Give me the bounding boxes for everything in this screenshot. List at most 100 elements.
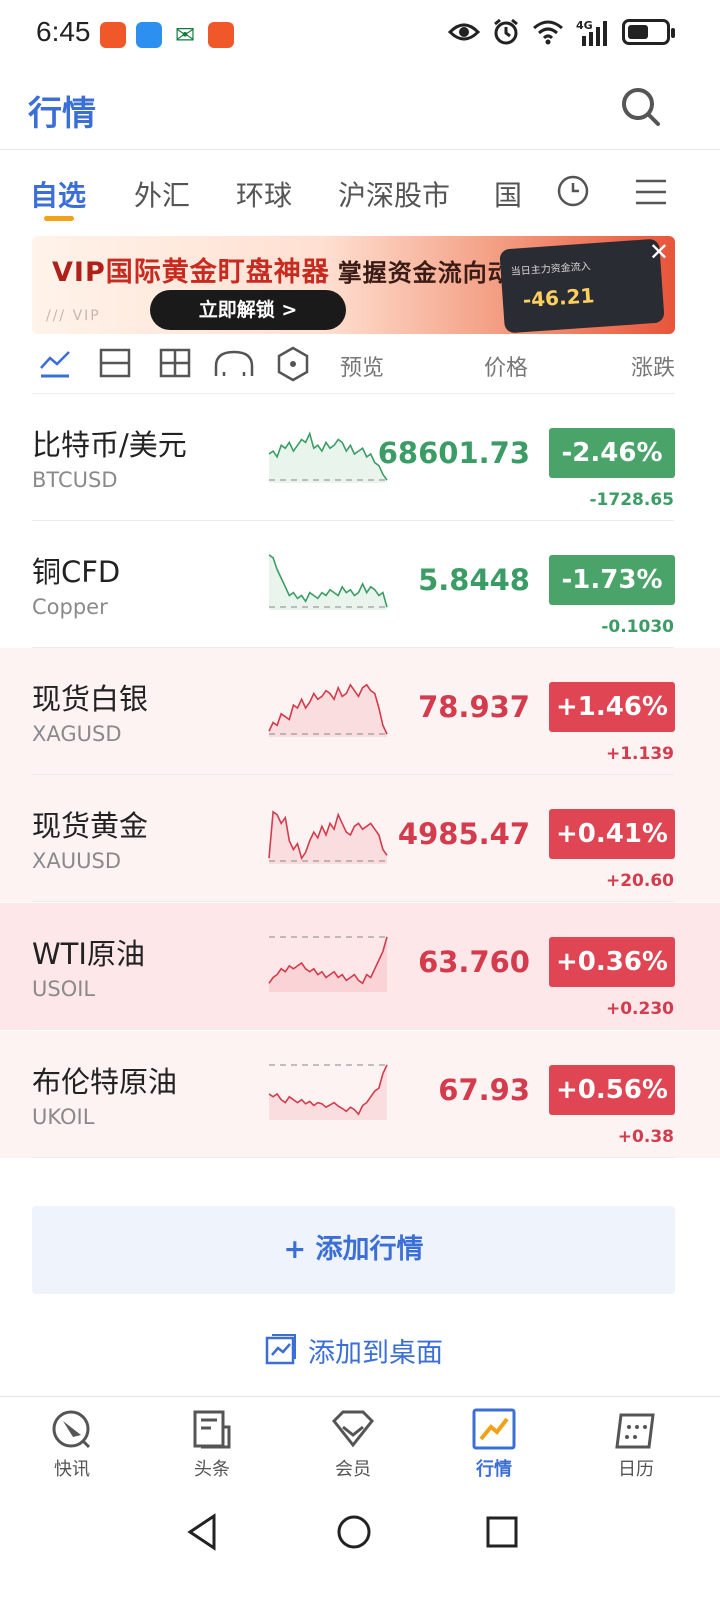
eye-icon — [448, 23, 480, 41]
sparkline — [268, 936, 388, 992]
change-value: +20.60 — [605, 871, 674, 891]
change-percent-badge[interactable]: +0.36% — [549, 937, 675, 987]
quote-price: 63.760 — [418, 945, 530, 979]
tab-global[interactable]: 环球 — [236, 174, 292, 214]
row-divider — [32, 1157, 674, 1158]
change-percent-badge[interactable]: -2.46% — [549, 428, 675, 478]
quote-price: 68601.73 — [377, 436, 530, 470]
alarm-icon — [494, 18, 518, 45]
change-value: -0.1030 — [601, 617, 674, 637]
nav-label: 日历 — [618, 1459, 654, 1480]
banner-headline: VIP国际黄金盯盘神器 掌握资金流向动态 — [52, 250, 538, 289]
hexagon-view-icon[interactable] — [276, 346, 310, 382]
change-percent-badge[interactable]: +1.46% — [549, 682, 675, 732]
newsflash-icon — [52, 1410, 91, 1449]
recents-icon[interactable] — [484, 1514, 520, 1550]
quote-row[interactable]: 比特币/美元 BTCUSD 68601.73 -2.46% -1728.65 — [0, 394, 720, 521]
promo-banner[interactable]: VIP国际黄金盯盘神器 掌握资金流向动态 立即解锁 > /// VIP 当日主力资… — [32, 236, 675, 334]
curve-view-icon[interactable] — [214, 346, 254, 380]
home-icon[interactable] — [334, 1512, 374, 1552]
tab-domestic[interactable]: 国 — [494, 174, 522, 214]
desktop-widget-icon — [265, 1334, 296, 1365]
quote-name: 布伦特原油 — [32, 1065, 178, 1099]
active-tab-indicator — [44, 216, 74, 221]
battery-icon — [622, 19, 675, 45]
add-to-desktop-button[interactable]: 添加到桌面 — [264, 1330, 443, 1370]
nav-label: 头条 — [194, 1459, 230, 1480]
wifi-icon — [533, 20, 563, 45]
quote-row[interactable]: 现货黄金 XAUUSD 4985.47 +0.41% +20.60 — [0, 775, 720, 902]
banner-watermark: /// VIP — [46, 308, 101, 324]
preview-column-header: 预览 — [340, 356, 385, 381]
quote-price: 4985.47 — [397, 817, 530, 851]
calendar-icon — [615, 1413, 655, 1449]
nav-vip[interactable]: 会员 — [313, 1407, 393, 1481]
sparkline-area — [269, 433, 387, 483]
nav-market[interactable]: 行情 — [454, 1407, 534, 1481]
add-quote-button[interactable]: + 添加行情 — [32, 1206, 675, 1294]
headline-icon — [193, 1410, 231, 1449]
line-chart-view-icon[interactable] — [38, 346, 72, 380]
nav-label: 会员 — [335, 1459, 371, 1480]
quote-price: 67.93 — [438, 1073, 530, 1107]
quote-row[interactable]: WTI原油 USOIL 63.760 +0.36% +0.230 — [0, 903, 720, 1030]
unlock-button[interactable]: 立即解锁 > — [150, 290, 346, 330]
signal-icon: 4G — [576, 19, 607, 46]
change-value: +1.139 — [605, 744, 674, 764]
quote-price: 5.8448 — [418, 563, 530, 597]
quote-code: USOIL — [32, 977, 96, 1001]
quote-row[interactable]: 现货白银 XAGUSD 78.937 +1.46% +1.139 — [0, 648, 720, 775]
tab-a-shares[interactable]: 沪深股市 — [338, 174, 450, 214]
quote-name: 比特币/美元 — [32, 428, 187, 462]
close-icon[interactable]: ✕ — [649, 240, 669, 264]
page-title: 行情 — [28, 94, 96, 134]
notification-app-icon — [100, 22, 126, 48]
sparkline — [268, 1064, 388, 1120]
sparkline — [268, 554, 388, 610]
sparkline — [268, 810, 388, 864]
view-toolbar: 预览 价格 涨跌 — [32, 334, 675, 394]
grid-view-icon[interactable] — [158, 346, 192, 380]
quote-code: BTCUSD — [32, 468, 118, 492]
quote-code: Copper — [32, 595, 108, 619]
back-icon[interactable] — [184, 1512, 220, 1552]
quote-price: 78.937 — [418, 690, 530, 724]
change-percent-badge[interactable]: +0.41% — [549, 809, 675, 859]
market-chart-icon — [472, 1408, 516, 1450]
list-view-icon[interactable] — [98, 346, 132, 380]
change-value: -1728.65 — [589, 490, 675, 510]
nav-headline[interactable]: 头条 — [172, 1407, 252, 1481]
sparkline-area — [269, 811, 387, 864]
sparkline-area — [269, 554, 387, 610]
quote-row[interactable]: 布伦特原油 UKOIL 67.93 +0.56% +0.38 — [0, 1031, 720, 1158]
sparkline-area — [269, 936, 387, 992]
banner-phone-image: 当日主力资金流入 -46.21 — [499, 238, 665, 334]
nav-calendar[interactable]: 日历 — [596, 1407, 676, 1481]
quote-name: 铜CFD — [32, 555, 121, 589]
banner-phone-label: 当日主力资金流入 — [510, 261, 592, 278]
quote-name: 现货黄金 — [32, 809, 149, 843]
notification-message-icon — [136, 22, 162, 48]
search-icon[interactable] — [618, 84, 664, 130]
tab-watchlist[interactable]: 自选 — [30, 174, 86, 214]
nav-label: 快讯 — [54, 1459, 90, 1480]
bottom-navigation: 快讯 头条 会员 行情 日历 — [0, 1396, 720, 1488]
quote-row[interactable]: 铜CFD Copper 5.8448 -1.73% -0.1030 — [0, 521, 720, 648]
sparkline — [268, 683, 388, 737]
menu-icon[interactable] — [634, 178, 668, 206]
change-percent-badge[interactable]: +0.56% — [549, 1065, 675, 1115]
sparkline — [268, 431, 388, 483]
quote-code: XAGUSD — [32, 722, 122, 746]
change-percent-badge[interactable]: -1.73% — [549, 555, 675, 605]
change-value: +0.230 — [605, 999, 674, 1019]
clock-icon[interactable] — [556, 174, 590, 208]
quote-code: XAUUSD — [32, 849, 121, 873]
change-column-header[interactable]: 涨跌 — [631, 350, 675, 382]
nav-newsflash[interactable]: 快讯 — [32, 1407, 112, 1481]
quote-code: UKOIL — [32, 1105, 95, 1129]
price-column-header[interactable]: 价格 — [484, 350, 528, 382]
status-time: 6:45 — [36, 16, 91, 47]
quote-name: WTI原油 — [32, 937, 145, 971]
vip-diamond-icon — [331, 1410, 375, 1448]
tab-forex[interactable]: 外汇 — [134, 174, 190, 214]
